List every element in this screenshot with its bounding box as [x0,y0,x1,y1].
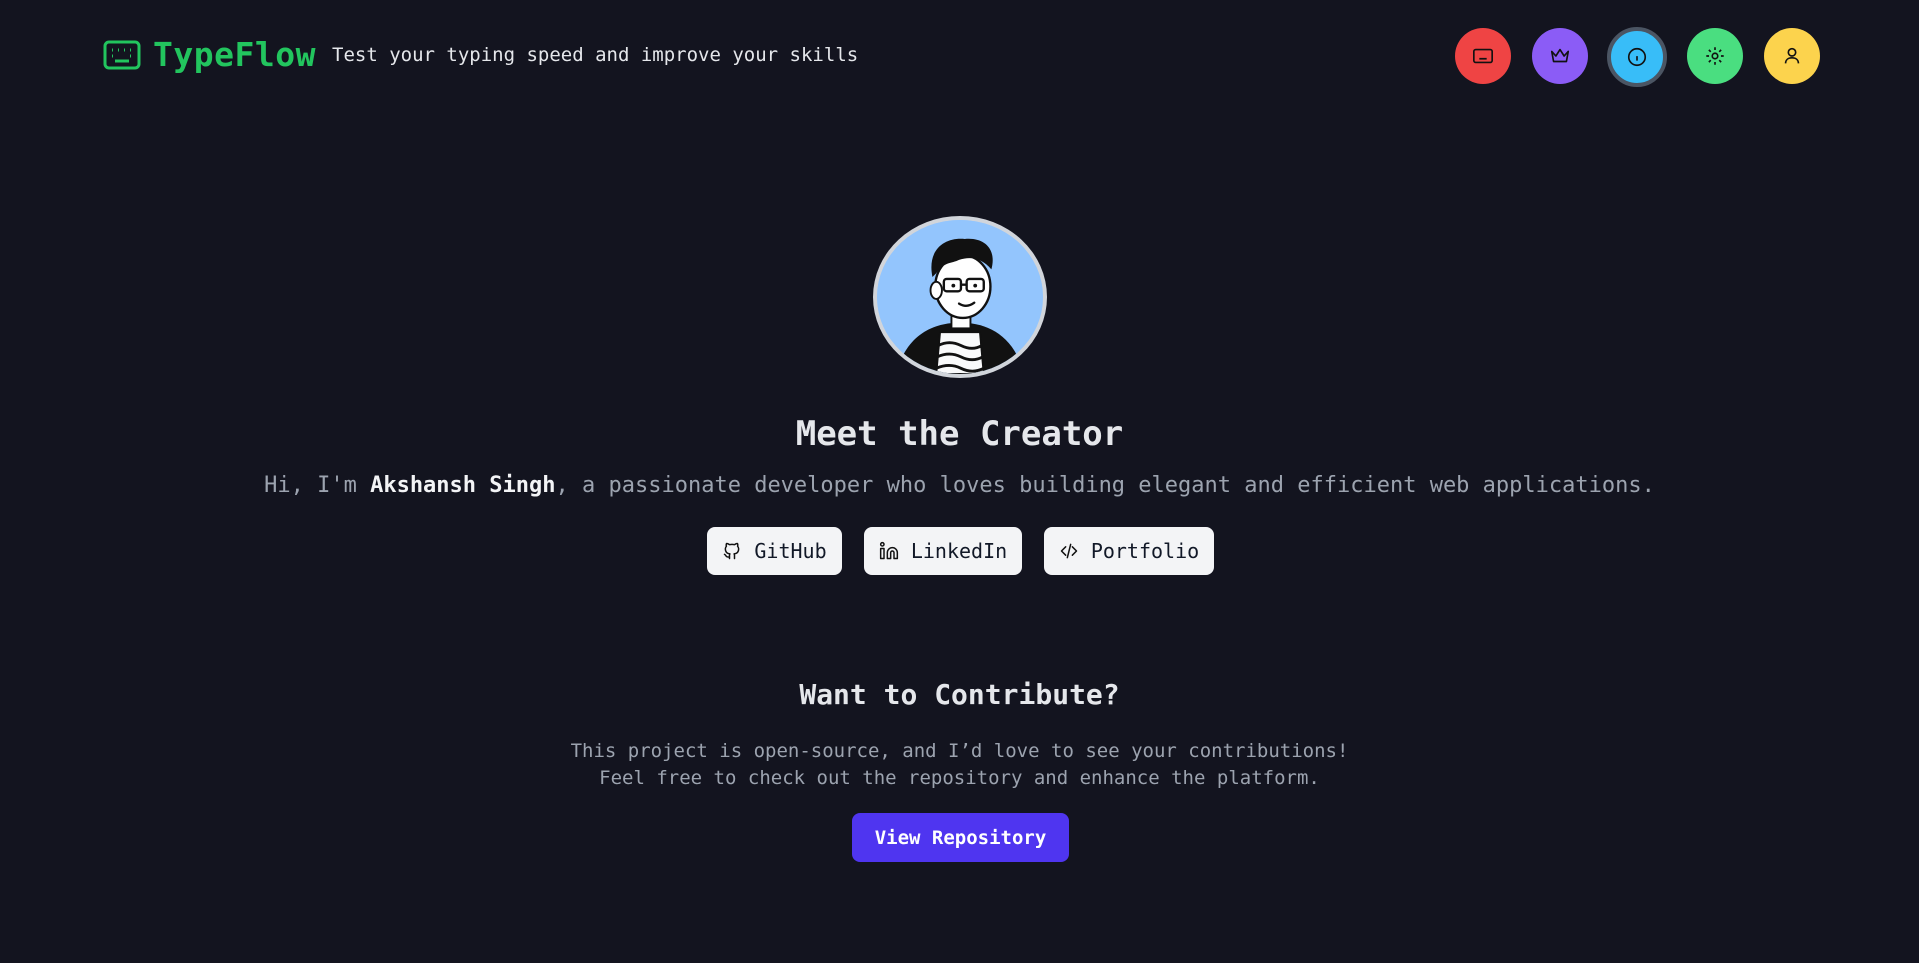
app-name: TypeFlow [153,35,316,74]
creator-name: Akshansh Singh [370,473,556,498]
nav-typing-test-button[interactable] [1455,28,1511,84]
linkedin-label: LinkedIn [910,539,1008,563]
contribute-line-2: Feel free to check out the repository an… [599,767,1320,789]
info-icon [1627,47,1647,67]
github-label: GitHub [754,539,827,563]
keyboard-icon [1473,48,1493,64]
brand-logo[interactable]: TypeFlow [103,35,316,74]
meet-creator-heading: Meet the Creator [795,414,1124,454]
about-page: TypeFlow Test your typing speed and impr… [0,0,1919,963]
creator-avatar [873,216,1047,378]
nav-profile-button[interactable] [1764,28,1820,84]
nav-settings-button[interactable] [1687,28,1743,84]
intro-suffix: , a passionate developer who loves build… [555,473,1655,498]
app-tagline: Test your typing speed and improve your … [332,44,859,66]
linkedin-icon [879,541,898,560]
code-icon [1060,543,1078,559]
portfolio-label: Portfolio [1090,539,1200,563]
nav-leaderboard-button[interactable] [1532,28,1588,84]
github-icon [724,542,740,560]
nav-about-button[interactable] [1607,27,1667,87]
creator-intro: Hi, I'm Akshansh Singh, a passionate dev… [0,473,1919,498]
view-repository-button[interactable]: View Repository [852,813,1069,862]
github-button[interactable]: GitHub [707,527,842,575]
keyboard-logo-icon [103,40,141,69]
linkedin-button[interactable]: LinkedIn [864,527,1022,575]
contribute-line-1: This project is open-source, and I’d lov… [570,740,1349,762]
crown-icon [1550,48,1570,63]
top-header: TypeFlow Test your typing speed and impr… [0,0,1919,112]
contribute-heading: Want to Contribute? [799,678,1120,711]
intro-prefix: Hi, I'm [264,473,371,498]
gear-icon [1706,47,1724,65]
portfolio-button[interactable]: Portfolio [1044,527,1214,575]
user-icon [1784,47,1800,64]
cartoon-portrait-image [877,220,1043,374]
contribute-description: This project is open-source, and I’d lov… [0,738,1919,792]
